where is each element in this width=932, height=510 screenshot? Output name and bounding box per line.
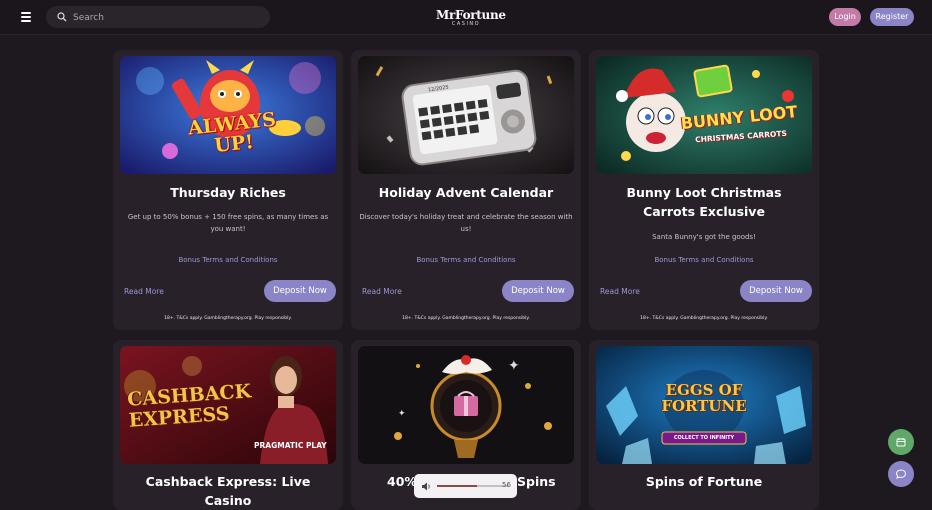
promo-image-eggs-of-fortune[interactable]: EGGS OF FORTUNE COLLECT TO INFINITY [596, 346, 812, 464]
top-bar: MrFortune CASINO Login Register [0, 0, 932, 35]
audio-volume-control[interactable]: 56 [414, 474, 517, 498]
responsible-gambling-disclaimer: 18+. T&Cs apply. Gamblingtherapy.org. Pl… [164, 316, 292, 321]
search-input[interactable] [71, 9, 265, 27]
promo-title: Bunny Loot Christmas Carrots Exclusive [626, 185, 782, 219]
promo-title: Spins of Fortune [645, 474, 763, 489]
register-button[interactable]: Register [870, 8, 914, 26]
deposit-now-button[interactable]: Deposit Now [502, 280, 574, 302]
promo-title: Cashback Express: Live Casino [145, 474, 311, 508]
search-bar[interactable] [46, 6, 270, 28]
read-more-link[interactable]: Read More [362, 287, 402, 296]
read-more-link[interactable]: Read More [600, 287, 640, 296]
volume-value: 56 [502, 481, 511, 489]
promo-art-subtext: COLLECT TO INFINITY [673, 435, 735, 441]
chat-icon [896, 469, 906, 479]
calendar-icon [896, 438, 906, 447]
promo-image-cashback-express[interactable]: CASHBACK EXPRESS PRAGMATIC PLAY [120, 346, 336, 464]
calendar-button[interactable] [888, 429, 914, 455]
promo-image-gift-orb[interactable]: ✦ ✦ [358, 346, 574, 464]
menu-icon[interactable] [21, 12, 31, 22]
promo-card-cashback-express: CASHBACK EXPRESS PRAGMATIC PLAY Cashback… [113, 340, 343, 510]
promo-title-right: Spins [517, 474, 556, 489]
promo-description: Santa Bunny's got the goods! [652, 233, 756, 241]
deposit-now-button[interactable]: Deposit Now [740, 280, 812, 302]
bonus-terms-link[interactable]: Bonus Terms and Conditions [123, 256, 333, 264]
promo-image-always-up[interactable]: ALWAYS UP! [120, 56, 336, 174]
volume-slider[interactable] [437, 485, 509, 487]
promo-card-spins-of-fortune: EGGS OF FORTUNE COLLECT TO INFINITY Spin… [589, 340, 819, 510]
deposit-now-button[interactable]: Deposit Now [264, 280, 336, 302]
promo-card-advent-calendar: 12/2025 Holiday Advent Calendar Discover… [351, 50, 581, 330]
promo-title: Thursday Riches [170, 185, 286, 200]
promo-art-text: CASHBACK EXPRESS [126, 380, 252, 432]
login-button[interactable]: Login [829, 8, 861, 26]
promo-title: Holiday Advent Calendar [378, 185, 554, 200]
bonus-terms-link[interactable]: Bonus Terms and Conditions [361, 256, 571, 264]
promo-art-subtext: PRAGMATIC PLAY [254, 441, 327, 450]
promo-description: Discover today's holiday treat and celeb… [359, 213, 573, 233]
speaker-icon[interactable] [421, 482, 431, 491]
svg-text:✦: ✦ [398, 409, 406, 419]
promo-card-bunny-loot: BUNNY LOOT CHRISTMAS CARROTS Bunny Loot … [589, 50, 819, 330]
svg-text:✦: ✦ [508, 358, 520, 374]
promo-card-thursday-riches: ALWAYS UP! Thursday Riches Get up to 50%… [113, 50, 343, 330]
promo-image-bunny-loot[interactable]: BUNNY LOOT CHRISTMAS CARROTS [596, 56, 812, 174]
promo-description: Get up to 50% bonus + 150 free spins, as… [127, 213, 329, 233]
promo-art-text: EGGS OF FORTUNE [661, 381, 747, 415]
responsible-gambling-disclaimer: 18+. T&Cs apply. Gamblingtherapy.org. Pl… [402, 316, 530, 321]
responsible-gambling-disclaimer: 18+. T&Cs apply. Gamblingtherapy.org. Pl… [640, 316, 768, 321]
read-more-link[interactable]: Read More [124, 287, 164, 296]
volume-slider-fill [437, 485, 478, 487]
logo-text: MrFortune [436, 8, 506, 22]
logo[interactable]: MrFortune CASINO [436, 8, 506, 27]
bonus-terms-link[interactable]: Bonus Terms and Conditions [599, 256, 809, 264]
promo-image-advent-calendar[interactable]: 12/2025 [358, 56, 574, 174]
chat-button[interactable] [888, 461, 914, 487]
search-icon [57, 12, 67, 22]
